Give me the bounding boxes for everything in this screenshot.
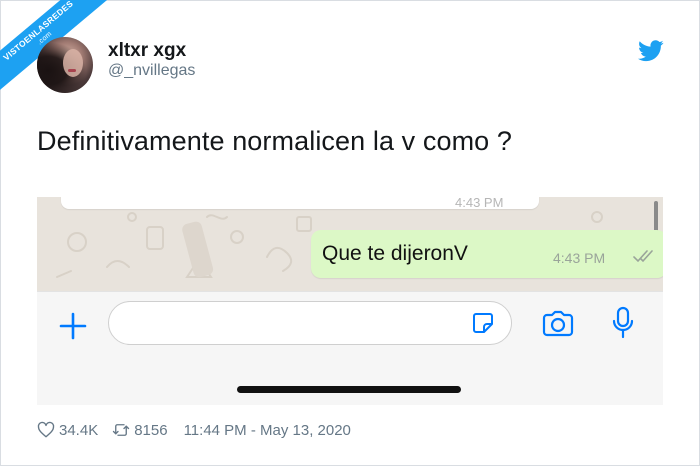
message-input[interactable] <box>108 301 512 345</box>
sent-message-bubble[interactable]: Que te dijeronV 4:43 PM <box>311 230 663 278</box>
avatar[interactable] <box>37 37 93 93</box>
home-indicator <box>237 386 461 393</box>
sticker-icon[interactable] <box>471 311 495 335</box>
message-text: Que te dijeronV <box>322 242 468 265</box>
user-handle[interactable]: @_nvillegas <box>108 62 195 80</box>
message-time: 4:43 PM <box>553 250 606 266</box>
plus-icon[interactable] <box>57 310 89 342</box>
double-check-icon <box>633 250 653 263</box>
media-screenshot[interactable]: 4:43 PM Que te dijeronV 4:43 PM <box>37 197 663 405</box>
tweet-footer: 34.4K 8156 11:44 PM - May 13, 2020 <box>37 421 351 439</box>
heart-icon[interactable] <box>37 421 55 439</box>
previous-message-time: 4:43 PM <box>455 197 504 210</box>
message-input-bar <box>37 291 663 405</box>
display-name[interactable]: xltxr xgx <box>108 40 186 62</box>
scrollbar[interactable] <box>654 201 658 233</box>
twitter-bird-icon[interactable] <box>638 40 664 62</box>
tweet-timestamp[interactable]: 11:44 PM - May 13, 2020 <box>184 422 351 439</box>
microphone-icon[interactable] <box>612 306 634 340</box>
like-count: 34.4K <box>59 421 99 439</box>
camera-icon[interactable] <box>541 310 575 338</box>
tweet-text: Definitivamente normalicen la v como ? <box>37 126 513 156</box>
retweet-count: 8156 <box>134 421 168 439</box>
retweet-icon[interactable] <box>112 421 130 439</box>
